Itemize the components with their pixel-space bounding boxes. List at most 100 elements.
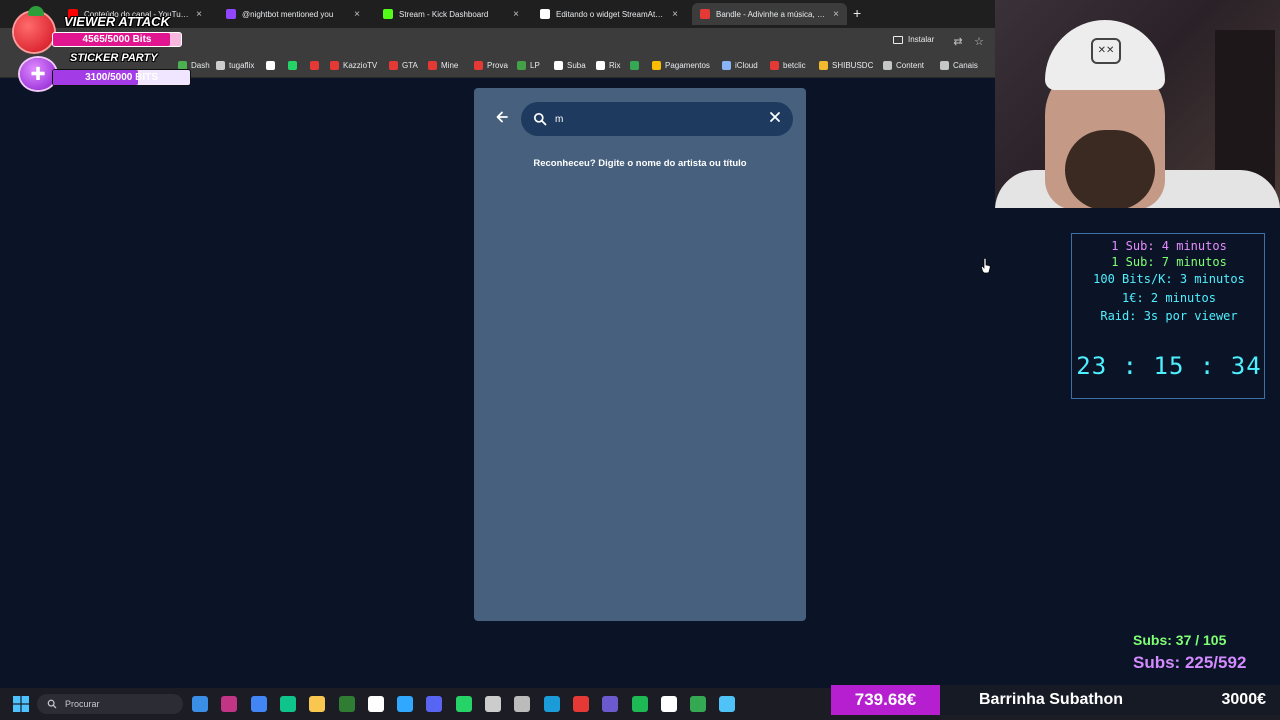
timer-rule: 1 Sub: 4 minutos bbox=[1111, 239, 1227, 253]
close-icon[interactable]: × bbox=[354, 9, 360, 20]
bookmark-icon bbox=[266, 61, 275, 70]
chrome-icon[interactable] bbox=[251, 696, 267, 712]
star-icon[interactable]: ☆ bbox=[973, 36, 985, 48]
bookmark-label: Suba bbox=[567, 61, 586, 70]
riot-icon[interactable] bbox=[573, 696, 589, 712]
subathon-timer: 23 : 15 : 34 1 Sub: 4 minutos 1 Sub: 7 mi… bbox=[1071, 233, 1265, 399]
search-box[interactable] bbox=[521, 102, 793, 136]
tab-title: Bandle - Adivinhe a música, um bbox=[716, 9, 828, 19]
obs-icon[interactable] bbox=[514, 696, 530, 712]
bandle-search-panel: Reconheceu? Digite o nome do artista ou … bbox=[474, 88, 806, 621]
close-icon[interactable]: × bbox=[513, 9, 519, 20]
bookmark-item[interactable] bbox=[310, 61, 323, 70]
translate-icon[interactable]: ⇄ bbox=[952, 36, 964, 48]
bookmark-label: LP bbox=[530, 61, 540, 70]
bookmark-icon bbox=[330, 61, 339, 70]
close-icon[interactable]: × bbox=[672, 9, 678, 20]
bookmark-item[interactable]: KazzioTV bbox=[330, 61, 377, 70]
bookmark-label: Prova bbox=[487, 61, 508, 70]
bookmark-item[interactable]: Rix bbox=[596, 61, 621, 70]
tab-title: Editando o widget StreamAthon bbox=[556, 9, 667, 19]
new-tab-button[interactable]: + bbox=[853, 5, 861, 21]
calendar-icon[interactable] bbox=[602, 696, 618, 712]
epic-games-icon[interactable] bbox=[485, 696, 501, 712]
bookmark-item[interactable]: Content bbox=[883, 61, 924, 70]
capcut2-icon[interactable] bbox=[661, 696, 677, 712]
taskbar-search[interactable]: Procurar bbox=[37, 694, 183, 714]
tab-title: Stream - Kick Dashboard bbox=[399, 9, 489, 19]
capcut-icon[interactable] bbox=[368, 696, 384, 712]
streamathon-icon bbox=[540, 9, 550, 19]
bookmark-item[interactable]: Pagamentos bbox=[652, 61, 710, 70]
folder-icon[interactable] bbox=[309, 696, 325, 712]
webcam-feed: ✕✕ bbox=[995, 0, 1280, 208]
tab-streamathon[interactable]: Editando o widget StreamAthon × bbox=[532, 3, 686, 25]
back-arrow-icon[interactable] bbox=[496, 110, 508, 126]
steam-icon[interactable] bbox=[544, 696, 560, 712]
calculator-icon[interactable] bbox=[339, 696, 355, 712]
bookmark-icon bbox=[819, 61, 828, 70]
leaf-icon bbox=[28, 6, 44, 16]
bookmark-icon bbox=[288, 61, 297, 70]
bookmark-item[interactable]: LP bbox=[517, 61, 540, 70]
spotify-icon[interactable] bbox=[632, 696, 648, 712]
tab-nightbot[interactable]: @nightbot mentioned you × bbox=[218, 3, 368, 25]
instagram-icon[interactable] bbox=[221, 696, 237, 712]
bookmark-icon bbox=[940, 61, 949, 70]
timer-rule: 1 Sub: 7 minutos bbox=[1111, 255, 1227, 269]
timer-rule: 1€: 2 minutos bbox=[1122, 291, 1216, 305]
windows-logo-icon[interactable] bbox=[13, 696, 29, 712]
bookmark-item[interactable]: betclic bbox=[770, 61, 806, 70]
bookmark-item[interactable] bbox=[288, 61, 301, 70]
subathon-amount: 739.68€ bbox=[831, 685, 940, 715]
viewer-attack-progress: 4565/5000 Bits bbox=[82, 34, 152, 45]
timer-clock: 23 : 15 : 34 bbox=[1076, 352, 1262, 380]
search-icon bbox=[47, 699, 57, 709]
notepad-icon[interactable] bbox=[719, 696, 735, 712]
viewer-attack-bar: 4565/5000 Bits bbox=[52, 32, 182, 47]
bookmark-icon bbox=[310, 61, 319, 70]
bookmark-item[interactable]: Canais bbox=[940, 61, 978, 70]
drive-icon[interactable] bbox=[690, 696, 706, 712]
bookmark-item[interactable]: Prova bbox=[474, 61, 508, 70]
bookmark-item[interactable]: Mine bbox=[428, 61, 458, 70]
bookmark-icon bbox=[474, 61, 483, 70]
bookmark-label: iCloud bbox=[735, 61, 758, 70]
close-icon[interactable]: × bbox=[833, 9, 839, 20]
timer-rule: 100 Bits/K: 3 minutos bbox=[1093, 272, 1245, 286]
webcam-beard bbox=[1065, 130, 1155, 208]
subathon-goal: 3000€ bbox=[1221, 691, 1267, 708]
close-icon[interactable] bbox=[769, 110, 781, 126]
sticker-party-progress: 3100/5000 BITS bbox=[85, 72, 158, 83]
edge-icon[interactable] bbox=[280, 696, 296, 712]
whatsapp-icon[interactable] bbox=[456, 696, 472, 712]
bookmark-item[interactable]: SHIBUSDC bbox=[819, 61, 873, 70]
tab-kick-dashboard[interactable]: Stream - Kick Dashboard × bbox=[375, 3, 527, 25]
bookmark-item[interactable]: iCloud bbox=[722, 61, 758, 70]
tab-title: @nightbot mentioned you bbox=[242, 9, 334, 19]
bookmark-label: Pagamentos bbox=[665, 61, 710, 70]
bookmark-item[interactable]: GTA bbox=[389, 61, 418, 70]
heart-icon bbox=[14, 12, 54, 52]
bookmark-icon bbox=[554, 61, 563, 70]
sticker-party-bar: 3100/5000 BITS bbox=[52, 69, 191, 86]
viewer-attack-label: VIEWER ATTACK bbox=[64, 14, 170, 29]
search-icon bbox=[533, 112, 547, 126]
files-icon[interactable] bbox=[192, 696, 208, 712]
bookmark-label: Canais bbox=[953, 61, 978, 70]
subs-counter-purple: Subs: 225/592 bbox=[1133, 653, 1247, 672]
bookmark-item[interactable] bbox=[630, 61, 643, 70]
tab-bandle[interactable]: Bandle - Adivinhe a música, um × bbox=[692, 3, 847, 25]
bookmark-item[interactable]: tugaflix bbox=[216, 61, 254, 70]
bookmark-item[interactable] bbox=[266, 61, 279, 70]
install-button[interactable]: Instalar bbox=[893, 35, 934, 44]
bookmark-icon bbox=[428, 61, 437, 70]
bookmark-label: betclic bbox=[783, 61, 806, 70]
bookmark-label: GTA bbox=[402, 61, 418, 70]
bookmark-icon bbox=[517, 61, 526, 70]
search-input[interactable] bbox=[555, 108, 755, 130]
bookmark-item[interactable]: Suba bbox=[554, 61, 586, 70]
photoshop-icon[interactable] bbox=[397, 696, 413, 712]
discord-icon[interactable] bbox=[426, 696, 442, 712]
bookmark-icon bbox=[883, 61, 892, 70]
